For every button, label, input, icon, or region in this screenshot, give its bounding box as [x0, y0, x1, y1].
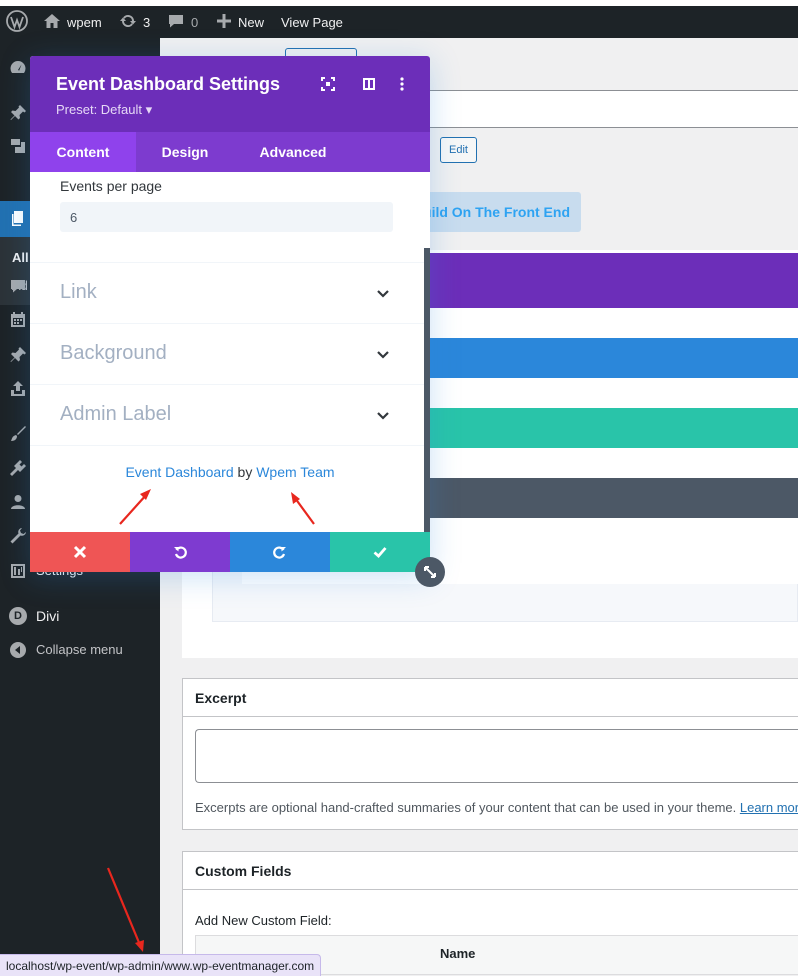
home-icon: [43, 12, 61, 33]
excerpt-title: Excerpt: [195, 690, 247, 706]
chevron-down-icon: [375, 285, 391, 301]
dashboard-icon[interactable]: [9, 58, 27, 76]
tab-design[interactable]: Design: [136, 132, 234, 172]
resize-arrows-icon: [424, 566, 436, 578]
updates-menu[interactable]: 3: [119, 6, 150, 38]
add-custom-field-label: Add New Custom Field:: [195, 913, 332, 928]
toggle-link[interactable]: Link: [30, 262, 430, 323]
site-name-menu[interactable]: wpem: [43, 6, 102, 38]
modal-title: Event Dashboard Settings: [56, 74, 281, 94]
modal-footer: [30, 532, 430, 572]
events-per-page-input[interactable]: 6: [60, 202, 393, 232]
modal-scrollbar[interactable]: [424, 248, 430, 532]
excerpt-divider: [183, 716, 798, 717]
updates-icon: [119, 12, 137, 33]
toggle-link-label: Link: [60, 281, 97, 303]
events-calendar-icon[interactable]: [9, 311, 27, 329]
learn-more-link[interactable]: Learn mor: [740, 800, 798, 815]
event-dashboard-settings-modal: Event Dashboard Settings Preset: Default…: [30, 56, 430, 572]
view-page-label: View Page: [281, 14, 343, 30]
tab-advanced[interactable]: Advanced: [234, 132, 352, 172]
divi-logo-icon: D: [9, 607, 27, 625]
fullscreen-icon[interactable]: [320, 76, 336, 92]
site-name: wpem: [67, 14, 102, 30]
resize-handle[interactable]: [415, 557, 445, 587]
excerpt-textarea[interactable]: [195, 729, 798, 783]
tab-content[interactable]: Content: [30, 132, 136, 172]
wordpress-logo-menu[interactable]: [6, 6, 28, 38]
sidebar-item-divi[interactable]: Divi: [36, 608, 59, 624]
cancel-button[interactable]: [30, 532, 130, 572]
upload-icon[interactable]: [9, 380, 27, 398]
excerpt-help-text: Excerpts are optional hand-crafted summa…: [195, 800, 798, 815]
modal-tabs: Content Design Advanced: [30, 132, 430, 172]
excerpt-metabox: Excerpt Excerpts are optional hand-craft…: [182, 678, 798, 830]
toggle-background-label: Background: [60, 342, 167, 364]
toggle-admin-label-label: Admin Label: [60, 403, 172, 425]
chevron-down-icon: [375, 346, 391, 362]
plugins-icon[interactable]: [9, 459, 27, 477]
media-icon[interactable]: [9, 137, 27, 155]
collapse-menu-button[interactable]: Collapse menu: [36, 642, 123, 657]
pages-icon: [9, 210, 27, 228]
new-content-menu[interactable]: New: [216, 6, 264, 38]
more-options-icon[interactable]: [394, 76, 410, 92]
settings-sliders-icon[interactable]: [9, 562, 27, 580]
view-page-link[interactable]: View Page: [281, 6, 343, 38]
plus-icon: [216, 13, 232, 32]
name-column-header: Name: [440, 946, 476, 961]
events-per-page-label: Events per page: [60, 178, 162, 194]
collapse-menu-icon[interactable]: [9, 641, 27, 659]
chevron-down-icon: [375, 407, 391, 423]
tools-wrench-icon[interactable]: [9, 527, 27, 545]
comments-icon[interactable]: [9, 277, 27, 295]
split-view-icon[interactable]: [361, 76, 377, 92]
admin-bar: wpem 3 0 New View Page: [0, 6, 798, 38]
comments-menu[interactable]: 0: [167, 6, 198, 38]
preset-selector[interactable]: Preset: Default ▾: [56, 102, 152, 118]
checkmark-icon: [373, 547, 387, 558]
appearance-brush-icon[interactable]: [9, 425, 27, 443]
submenu-all-pages[interactable]: All: [12, 250, 29, 265]
users-icon[interactable]: [9, 493, 27, 511]
edit-permalink-button[interactable]: Edit: [440, 137, 477, 163]
redo-button[interactable]: [230, 532, 330, 572]
undo-icon: [174, 546, 187, 559]
author-link[interactable]: Wpem Team: [256, 464, 334, 480]
posts-pin-icon[interactable]: [9, 104, 27, 122]
browser-status-bar: localhost/wp-event/wp-admin/www.wp-event…: [0, 954, 322, 976]
wordpress-logo-icon: [6, 9, 28, 35]
comment-icon: [167, 12, 185, 33]
toggle-admin-label[interactable]: Admin Label: [30, 384, 430, 446]
modal-header[interactable]: Event Dashboard Settings Preset: Default…: [30, 56, 430, 132]
comments-count: 0: [191, 14, 199, 30]
module-name-link[interactable]: Event Dashboard: [125, 464, 233, 480]
close-icon: [73, 545, 87, 559]
modal-body: Events per page 6 Link Background Admin …: [30, 172, 430, 532]
redo-icon: [273, 546, 286, 559]
toggle-background[interactable]: Background: [30, 323, 430, 384]
custom-fields-divider: [183, 889, 798, 890]
updates-count: 3: [143, 14, 151, 30]
new-label: New: [238, 14, 265, 30]
module-credits: Event Dashboard by Wpem Team: [125, 464, 335, 480]
pin-icon[interactable]: [9, 346, 27, 364]
undo-button[interactable]: [130, 532, 230, 572]
custom-fields-title: Custom Fields: [195, 863, 292, 879]
